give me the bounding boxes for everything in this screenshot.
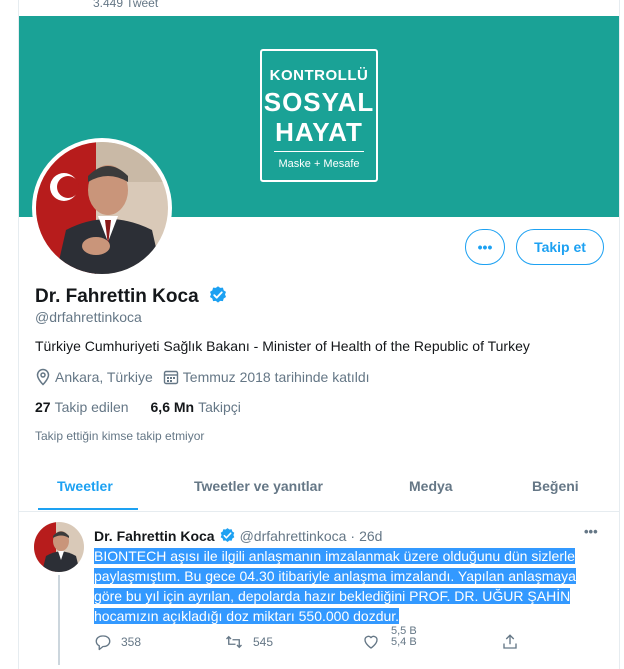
followers-label: Takipçi bbox=[198, 399, 241, 415]
reply-button[interactable]: 358 bbox=[94, 633, 141, 651]
active-tab-indicator bbox=[38, 508, 138, 510]
profile-avatar[interactable] bbox=[32, 138, 172, 278]
tweet-separator: · bbox=[350, 527, 356, 544]
profile-bio: Türkiye Cumhuriyeti Sağlık Bakanı - Mini… bbox=[35, 338, 530, 354]
tab-tweets-and-replies[interactable]: Tweetler ve yanıtlar bbox=[194, 478, 323, 494]
profile-tabs: Tweetler Tweetler ve yanıtlar Medya Beğe… bbox=[19, 463, 619, 512]
tweet-author-handle[interactable]: @drfahrettinkoca bbox=[240, 528, 347, 544]
mutual-followers-notice: Takip ettiğin kimse takip etmiyor bbox=[35, 429, 205, 443]
tweet-more-icon[interactable]: ••• bbox=[584, 524, 598, 539]
tweet-time[interactable]: 26d bbox=[359, 528, 382, 544]
retweet-count: 545 bbox=[253, 635, 274, 649]
tweet-text-line: BIONTECH aşısı ile ilgili anlaşmanın imz… bbox=[94, 548, 575, 564]
tweet-header: Dr. Fahrettin Koca @drfahrettinkoca · 26… bbox=[94, 527, 382, 544]
following-label: Takip edilen bbox=[54, 399, 129, 415]
tweet-text: BIONTECH aşısı ile ilgili anlaşmanın imz… bbox=[94, 546, 614, 626]
share-button[interactable] bbox=[501, 633, 519, 651]
location-pin-icon bbox=[36, 368, 50, 386]
tweet-count: 3.449 Tweet bbox=[93, 0, 159, 10]
top-bar: 3.449 Tweet bbox=[19, 0, 619, 16]
banner-line2: SOSYAL bbox=[263, 87, 375, 117]
banner-line1: KONTROLLÜ bbox=[269, 67, 369, 84]
joined-item: Temmuz 2018 tarihinde katıldı bbox=[163, 369, 370, 385]
profile-handle: @drfahrettinkoca bbox=[35, 309, 142, 325]
calendar-icon bbox=[163, 370, 178, 385]
banner-divider bbox=[274, 151, 364, 152]
banner-line4: Maske + Mesafe bbox=[278, 158, 360, 170]
retweet-icon bbox=[226, 635, 242, 649]
verified-badge-icon bbox=[209, 286, 226, 303]
more-icon: ••• bbox=[477, 239, 493, 255]
tweet-actions: 358 545 bbox=[94, 633, 614, 657]
tweet-text-line: paylaşmıştım. Bu gece 04.30 itibariyle a… bbox=[94, 568, 576, 584]
tweet-avatar[interactable] bbox=[34, 522, 84, 572]
tab-likes[interactable]: Beğeni bbox=[532, 478, 579, 494]
heart-icon bbox=[364, 635, 378, 649]
profile-meta: Ankara, Türkiye Temmuz 2018 tarihinde ka… bbox=[35, 368, 380, 386]
verified-badge-icon bbox=[220, 528, 234, 542]
retweet-button[interactable]: 545 bbox=[224, 633, 273, 651]
reply-count: 358 bbox=[121, 635, 142, 649]
avatar-photo bbox=[36, 142, 168, 274]
tweet-author-name[interactable]: Dr. Fahrettin Koca bbox=[94, 528, 215, 544]
profile-name-text: Dr. Fahrettin Koca bbox=[35, 286, 199, 307]
banner-logo: KONTROLLÜ SOSYAL HAYAT Maske + Mesafe bbox=[260, 49, 378, 182]
reply-icon bbox=[95, 635, 111, 651]
joined-text: Temmuz 2018 tarihinde katıldı bbox=[182, 369, 370, 385]
banner-line3: HAYAT bbox=[275, 117, 363, 147]
more-options-button[interactable]: ••• bbox=[465, 229, 505, 265]
followers-count: 6,6 Mn bbox=[150, 399, 195, 415]
thread-line bbox=[58, 575, 60, 665]
follow-stats: 27 Takip edilen 6,6 Mn Takipçi bbox=[35, 399, 263, 415]
tweet-text-line: göre bu yıl için ayrılan, depolarda hazı… bbox=[94, 588, 571, 604]
profile-name: Dr. Fahrettin Koca bbox=[35, 285, 228, 308]
follow-button[interactable]: Takip et bbox=[516, 229, 604, 265]
followers-link[interactable]: 6,6 Mn Takipçi bbox=[151, 399, 241, 415]
tab-tweets[interactable]: Tweetler bbox=[57, 478, 113, 494]
tab-media[interactable]: Medya bbox=[409, 478, 453, 494]
profile-column: 3.449 Tweet KONTROLLÜ SOSYAL HAYAT Maske… bbox=[18, 0, 620, 669]
like-button[interactable] bbox=[362, 633, 380, 651]
location-item: Ankara, Türkiye bbox=[35, 368, 153, 386]
following-count: 27 bbox=[35, 399, 51, 415]
share-icon bbox=[503, 634, 517, 649]
tweet-text-line: hocamızın açıkladığı doz miktarı 550.000… bbox=[94, 608, 400, 624]
location-text: Ankara, Türkiye bbox=[55, 369, 153, 385]
following-link[interactable]: 27 Takip edilen bbox=[35, 399, 129, 415]
